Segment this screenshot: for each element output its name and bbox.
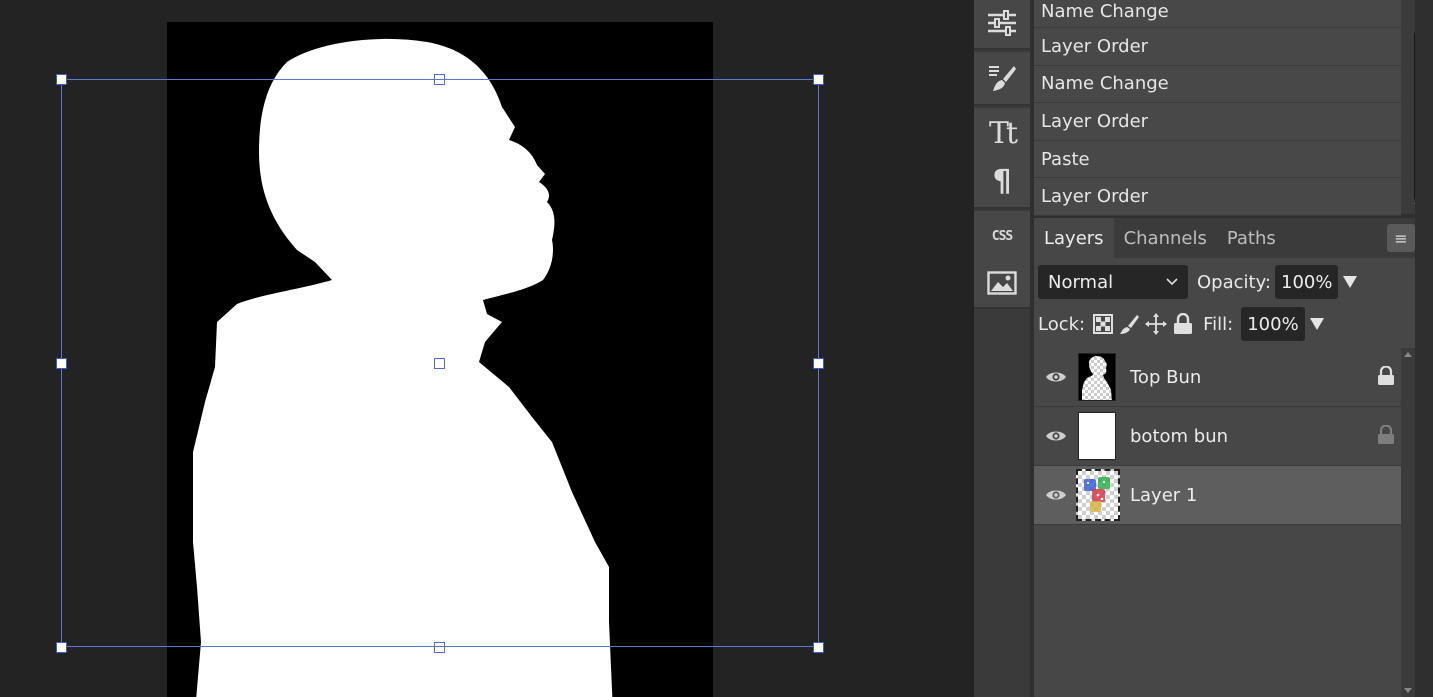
history-item[interactable]: Layer Order	[1034, 178, 1401, 216]
css-icon[interactable]: CSS	[974, 211, 1030, 261]
image-icon[interactable]	[974, 261, 1030, 305]
dice-image-icon	[1084, 477, 1110, 512]
tab-label: Paths	[1226, 227, 1276, 249]
history-item-label: Layer Order	[1041, 110, 1149, 132]
layer-name[interactable]: botom bun	[1130, 426, 1401, 447]
blend-mode-value: Normal	[1048, 271, 1114, 293]
history-panel: Name Change Layer Order Name Change Laye…	[1034, 0, 1433, 216]
eye-visibility-icon[interactable]	[1036, 488, 1076, 502]
layer-row-layer-1[interactable]: Layer 1	[1034, 466, 1401, 525]
history-item[interactable]: Layer Order	[1034, 103, 1401, 141]
eye-visibility-icon[interactable]	[1036, 370, 1076, 384]
brush-settings-icon[interactable]	[974, 52, 1030, 104]
lock-image-pixels-icon[interactable]	[1119, 313, 1140, 335]
layers-panel-tabs: Layers Channels Paths ≡	[1034, 218, 1415, 258]
transform-handle-top-right[interactable]	[813, 74, 824, 85]
tab-label: Channels	[1123, 227, 1207, 249]
tab-channels[interactable]: Channels	[1114, 218, 1217, 258]
history-item-label: Name Change	[1041, 73, 1169, 95]
lock-row: Lock: Fill: 100%	[1038, 307, 1408, 341]
lock-label: Lock:	[1038, 313, 1086, 335]
menu-glyph: ≡	[1394, 228, 1408, 248]
panel-tool-strip: Tt ¶ CSS	[974, 0, 1030, 697]
layer-thumbnail	[1076, 469, 1120, 521]
lock-transparency-icon[interactable]	[1093, 314, 1114, 334]
layers-panel: Layers Channels Paths ≡ Normal Opacity: …	[1034, 218, 1415, 697]
tab-label: Layers	[1044, 227, 1104, 249]
paragraph-icon[interactable]: ¶	[974, 158, 1030, 204]
transform-handle-bottom-left[interactable]	[56, 642, 67, 653]
right-panel-area: Name Change Layer Order Name Change Laye…	[1030, 0, 1433, 697]
transform-handle-bottom-right[interactable]	[813, 642, 824, 653]
history-item[interactable]: Layer Order	[1034, 28, 1401, 66]
blend-mode-row: Normal Opacity: 100%	[1038, 265, 1408, 299]
panel-edge	[1415, 0, 1433, 697]
transform-handle-center[interactable]	[434, 358, 445, 369]
history-item[interactable]: Name Change	[1034, 65, 1401, 104]
chevron-down-icon	[1166, 278, 1178, 286]
transform-handle-bottom-center[interactable]	[434, 642, 445, 653]
fill-label: Fill:	[1203, 313, 1234, 335]
tool-group-adjust	[974, 0, 1030, 50]
character-text-icon[interactable]: Tt	[974, 108, 1030, 158]
layer-name[interactable]: Layer 1	[1130, 485, 1401, 506]
scroll-down-arrow-icon[interactable]	[1404, 688, 1412, 693]
panel-menu-icon[interactable]: ≡	[1387, 224, 1415, 252]
eye-visibility-icon[interactable]	[1036, 429, 1076, 443]
transform-handle-middle-right[interactable]	[813, 358, 824, 369]
history-item-label: Layer Order	[1041, 35, 1149, 57]
history-list: Name Change Layer Order Name Change Laye…	[1034, 0, 1433, 216]
transform-handle-middle-left[interactable]	[56, 358, 67, 369]
layer-row-top-bun[interactable]: Top Bun	[1034, 348, 1401, 407]
fill-dropdown-icon[interactable]	[1309, 318, 1324, 330]
opacity-input[interactable]: 100%	[1275, 265, 1339, 299]
scroll-up-arrow-icon[interactable]	[1404, 352, 1412, 357]
history-item-label: Layer Order	[1041, 186, 1149, 208]
history-item[interactable]: Name Change	[1034, 0, 1401, 28]
lock-position-move-icon[interactable]	[1145, 313, 1168, 335]
tool-group-type: Tt ¶	[974, 108, 1030, 209]
history-item[interactable]: Paste	[1034, 140, 1401, 179]
layer-row-botom-bun[interactable]: botom bun	[1034, 407, 1401, 466]
opacity-label: Opacity:	[1197, 271, 1271, 293]
layer-thumbnail	[1078, 412, 1116, 460]
tool-group-export: CSS	[974, 211, 1030, 309]
tab-layers[interactable]: Layers	[1034, 218, 1114, 258]
layer-name[interactable]: Top Bun	[1130, 367, 1401, 388]
history-item-label: Paste	[1041, 148, 1090, 170]
layer-list: Top Bun botom bun Layer 1	[1034, 348, 1401, 525]
fill-input[interactable]: 100%	[1241, 307, 1305, 341]
history-item-label: Name Change	[1041, 1, 1169, 22]
blend-mode-select[interactable]: Normal	[1038, 265, 1188, 299]
transform-handle-top-left[interactable]	[56, 74, 67, 85]
canvas-workspace[interactable]	[0, 0, 974, 697]
transform-handle-top-center[interactable]	[434, 74, 445, 85]
tool-group-brush	[974, 52, 1030, 106]
layer-lock-icon	[1377, 365, 1395, 390]
lock-all-icon[interactable]	[1173, 313, 1193, 335]
adjustments-sliders-icon[interactable]	[974, 0, 1030, 46]
opacity-dropdown-icon[interactable]	[1343, 276, 1358, 288]
layer-lock-icon	[1377, 424, 1395, 449]
layer-thumbnail	[1078, 353, 1116, 401]
tab-paths[interactable]: Paths	[1217, 218, 1286, 258]
layers-scrollbar[interactable]	[1401, 348, 1415, 697]
